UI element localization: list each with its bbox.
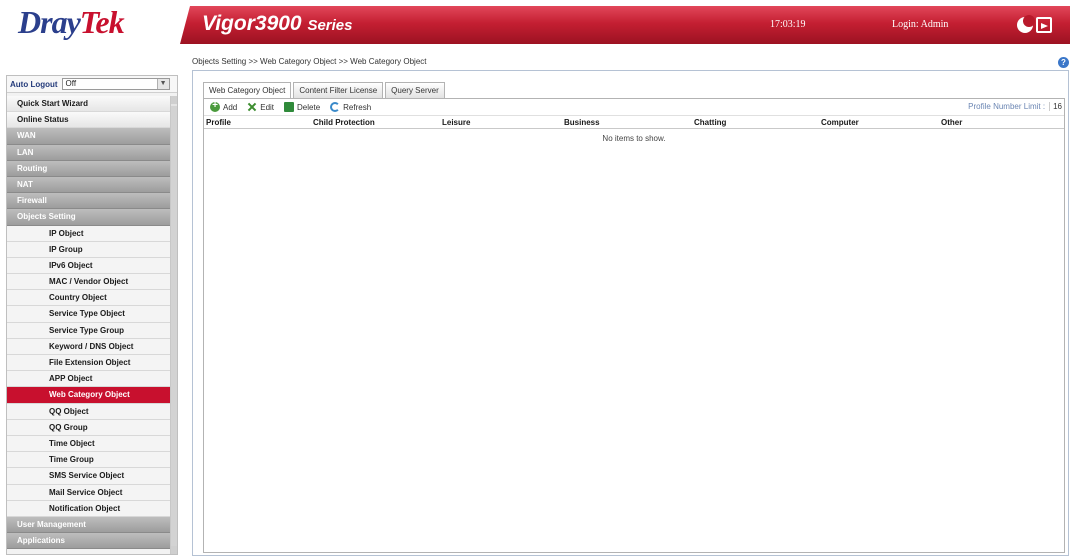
grid-toolbar: Add Edit Delete Refresh Profile Number L… bbox=[204, 99, 1064, 116]
draytek-logo: DrayTek bbox=[6, 0, 176, 48]
sidebar-item-mac-vendor-object[interactable]: MAC / Vendor Object bbox=[7, 274, 171, 291]
table-header: Profile Child Protection Leisure Business Ch… bbox=[204, 116, 1064, 129]
delete-label: Delete bbox=[297, 102, 321, 112]
tab-query-server[interactable]: Query Server bbox=[385, 82, 445, 98]
theme-toggle-icon[interactable] bbox=[1017, 15, 1035, 33]
refresh-label: Refresh bbox=[343, 102, 372, 112]
column-header-other[interactable]: Other bbox=[939, 116, 1063, 128]
column-header-profile[interactable]: Profile bbox=[204, 116, 311, 128]
column-header-computer[interactable]: Computer bbox=[819, 116, 939, 128]
empty-message: No items to show. bbox=[602, 134, 666, 143]
add-button[interactable]: Add bbox=[210, 100, 238, 112]
system-clock: 17:03:19 bbox=[770, 19, 806, 30]
logo-text-main: Dray bbox=[18, 4, 81, 40]
sidebar-item-firewall[interactable]: Firewall bbox=[7, 193, 171, 210]
column-header-business[interactable]: Business bbox=[562, 116, 692, 128]
sidebar-item-routing[interactable]: Routing bbox=[7, 160, 171, 177]
add-label: Add bbox=[223, 102, 238, 112]
auto-logout-select[interactable]: Off ▼ bbox=[61, 78, 170, 90]
sidebar-item-mail-service-object[interactable]: Mail Service Object bbox=[7, 484, 171, 501]
sidebar-item-wan[interactable]: WAN bbox=[7, 128, 171, 145]
profile-limit: Profile Number Limit :16 bbox=[968, 102, 1062, 111]
edit-button[interactable]: Edit bbox=[247, 102, 274, 112]
sidebar-item-sms-service-object[interactable]: SMS Service Object bbox=[7, 468, 171, 485]
auto-logout-value: Off bbox=[65, 79, 77, 88]
sidebar-item-country-object[interactable]: Country Object bbox=[7, 290, 171, 307]
model-title: Vigor3900 Series bbox=[202, 12, 353, 36]
logo-text-accent: Tek bbox=[79, 4, 125, 40]
sidebar-item-lan[interactable]: LAN bbox=[7, 144, 171, 161]
sidebar-item-notification-object[interactable]: Notification Object bbox=[7, 500, 171, 517]
add-icon bbox=[210, 100, 220, 112]
sidebar-item-ip-object[interactable]: IP Object bbox=[7, 225, 171, 242]
sidebar-item-nat[interactable]: NAT bbox=[7, 176, 171, 194]
sidebar-item-ip-group[interactable]: IP Group bbox=[7, 241, 171, 258]
scroll-thumb[interactable] bbox=[171, 106, 177, 546]
logout-icon[interactable] bbox=[1036, 17, 1052, 33]
model-name: Vigor3900 bbox=[202, 12, 302, 35]
trash-icon bbox=[284, 102, 295, 112]
sidebar-item-objects-setting[interactable]: Objects Setting bbox=[7, 209, 171, 226]
sidebar-item-keyword-dns-object[interactable]: Keyword / DNS Object bbox=[7, 338, 171, 355]
edit-icon bbox=[247, 102, 257, 112]
help-icon[interactable]: ? bbox=[1058, 57, 1069, 68]
tab-content-filter-license[interactable]: Content Filter License bbox=[293, 82, 384, 98]
profile-limit-value: 16 bbox=[1049, 102, 1062, 111]
sidebar: Auto Logout Off ▼ Quick Start Wizard Onli… bbox=[6, 75, 178, 555]
breadcrumb: Objects Setting >> Web Category Object >… bbox=[192, 57, 427, 66]
scroll-down-arrow[interactable] bbox=[171, 546, 177, 554]
auto-logout-label: Auto Logout bbox=[10, 79, 58, 89]
sidebar-item-quick-start-wizard[interactable]: Quick Start Wizard bbox=[7, 96, 171, 113]
auto-logout-row: Auto Logout Off ▼ bbox=[7, 76, 177, 93]
main-panel: Web Category Object Content Filter Licens… bbox=[192, 70, 1069, 556]
model-series: Series bbox=[307, 17, 353, 34]
refresh-icon bbox=[330, 102, 341, 112]
refresh-button[interactable]: Refresh bbox=[330, 102, 371, 112]
sidebar-menu: Quick Start Wizard Online Status WAN LAN Rou… bbox=[7, 96, 171, 550]
header-banner: Vigor3900 Series 17:03:19 Login: Admin bbox=[180, 6, 1070, 44]
sidebar-item-web-category-object[interactable]: Web Category Object bbox=[7, 387, 171, 404]
profile-grid: Add Edit Delete Refresh Profile Number L… bbox=[203, 98, 1065, 553]
column-header-chatting[interactable]: Chatting bbox=[692, 116, 819, 128]
profile-limit-label: Profile Number Limit : bbox=[968, 102, 1046, 111]
sidebar-item-time-object[interactable]: Time Object bbox=[7, 435, 171, 453]
app-header: DrayTek Vigor3900 Series 17:03:19 Login:… bbox=[0, 0, 1073, 48]
chevron-down-icon[interactable]: ▼ bbox=[156, 79, 169, 89]
sidebar-item-qq-object[interactable]: QQ Object bbox=[7, 403, 171, 420]
column-header-leisure[interactable]: Leisure bbox=[440, 116, 562, 128]
sidebar-item-ipv6-object[interactable]: IPv6 Object bbox=[7, 257, 171, 275]
tab-web-category-object[interactable]: Web Category Object bbox=[203, 82, 292, 99]
sidebar-item-service-type-group[interactable]: Service Type Group bbox=[7, 322, 171, 339]
sidebar-item-qq-group[interactable]: QQ Group bbox=[7, 419, 171, 436]
sidebar-item-applications[interactable]: Applications bbox=[7, 533, 171, 550]
tab-bar: Web Category Object Content Filter Licens… bbox=[203, 82, 447, 99]
login-status: Login: Admin bbox=[892, 19, 949, 30]
sidebar-item-user-management[interactable]: User Management bbox=[7, 516, 171, 534]
sidebar-item-service-type-object[interactable]: Service Type Object bbox=[7, 306, 171, 323]
delete-button[interactable]: Delete bbox=[284, 102, 320, 112]
scroll-up-arrow[interactable] bbox=[171, 96, 177, 104]
edit-label: Edit bbox=[260, 102, 275, 112]
sidebar-item-time-group[interactable]: Time Group bbox=[7, 452, 171, 469]
sidebar-item-online-status[interactable]: Online Status bbox=[7, 112, 171, 129]
sidebar-item-file-extension-object[interactable]: File Extension Object bbox=[7, 355, 171, 372]
sidebar-item-app-object[interactable]: APP Object bbox=[7, 371, 171, 388]
column-header-child-protection[interactable]: Child Protection bbox=[311, 116, 440, 128]
sidebar-scrollbar[interactable] bbox=[170, 96, 177, 554]
